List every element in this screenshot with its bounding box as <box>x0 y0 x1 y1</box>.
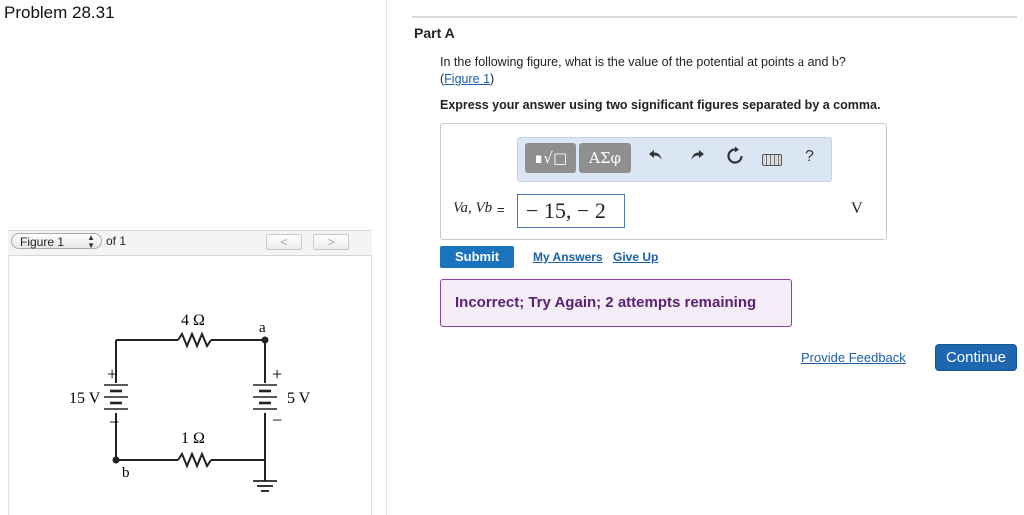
figure-link-line: (Figure 1) <box>440 72 494 86</box>
battery-right-plus: + <box>272 364 282 384</box>
battery-left-label: 15 V <box>69 390 101 407</box>
figure-link-close: ) <box>490 72 495 86</box>
reset-icon[interactable] <box>723 146 747 170</box>
question-pre: In the following figure, what is the val… <box>440 55 798 69</box>
help-button[interactable]: ? <box>805 148 814 166</box>
submit-button[interactable]: Submit <box>440 246 514 268</box>
figure-link[interactable]: Figure 1 <box>444 72 490 86</box>
provide-feedback-link[interactable]: Provide Feedback <box>801 350 906 365</box>
continue-button[interactable]: Continue <box>935 344 1017 371</box>
feedback-message: Incorrect; Try Again; 2 attempts remaini… <box>440 279 792 327</box>
part-label: Part A <box>414 25 455 41</box>
question-mid: and <box>804 55 832 69</box>
figure-count: of 1 <box>106 234 127 248</box>
variable-equals: = <box>497 202 505 217</box>
top-divider <box>412 16 1017 18</box>
node-b-dot <box>112 456 120 464</box>
point-b: b <box>831 55 839 70</box>
instruction-text: Express your answer using two significan… <box>440 98 881 112</box>
symbols-button[interactable]: ΑΣφ <box>579 143 631 173</box>
question-post: ? <box>838 55 846 69</box>
battery-left-plus: + <box>107 364 117 384</box>
node-a-label: a <box>259 320 266 336</box>
undo-icon[interactable] <box>644 146 668 170</box>
node-b-label: b <box>122 465 130 481</box>
templates-button[interactable]: ∎√□ <box>525 143 576 173</box>
resistor-bottom-label: 1 Ω <box>181 430 205 447</box>
question-text: In the following figure, what is the val… <box>440 55 846 71</box>
battery-left-minus: − <box>109 412 119 432</box>
figure-select[interactable]: Figure 1 ▲ ▼ <box>11 233 102 250</box>
battery-right-label: 5 V <box>287 390 310 407</box>
node-a-dot <box>261 336 269 344</box>
prev-figure-button[interactable]: < <box>266 234 302 250</box>
next-figure-button[interactable]: > <box>313 234 349 250</box>
circuit-diagram: 4 Ω 1 Ω a b 15 V 5 V + − + − <box>69 312 310 492</box>
my-answers-link[interactable]: My Answers <box>533 250 603 264</box>
answer-input[interactable]: − 15, − 2 <box>517 194 625 228</box>
keyboard-icon[interactable] <box>762 154 782 166</box>
figure-select-value: Figure 1 <box>20 235 65 249</box>
variable-label: Va, Vb <box>453 200 493 216</box>
resistor-top-label: 4 Ω <box>181 312 205 329</box>
give-up-link[interactable]: Give Up <box>613 250 658 264</box>
problem-title: Problem 28.31 <box>4 3 115 22</box>
select-arrows-icon: ▲ ▼ <box>87 233 95 250</box>
battery-right-minus: − <box>272 410 282 430</box>
redo-icon[interactable] <box>685 146 709 170</box>
answer-unit: V <box>851 200 863 217</box>
